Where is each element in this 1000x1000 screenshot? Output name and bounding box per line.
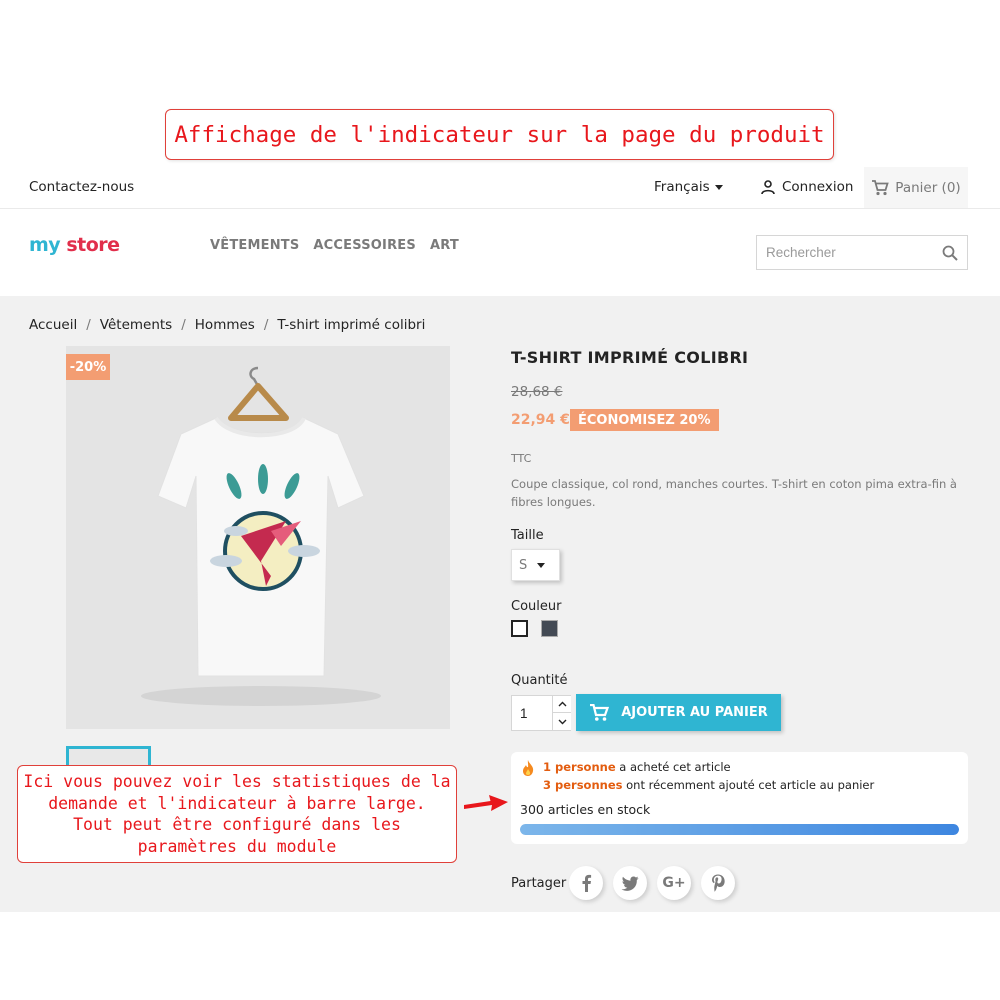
cart-icon	[872, 179, 890, 195]
pinterest-icon	[712, 874, 725, 892]
breadcrumb-separator: /	[86, 317, 91, 333]
regular-price: 28,68 €	[511, 384, 563, 400]
header-nav: Contactez-nous Français Connexion Panier…	[0, 167, 1000, 209]
breadcrumb-current: T-shirt imprimé colibri	[277, 317, 426, 333]
demand-stats-panel: 1 personne a acheté cet article 3 person…	[511, 752, 968, 844]
chevron-down-icon	[558, 719, 566, 724]
menu-item-accessoires[interactable]: ACCESSOIRES	[313, 238, 416, 253]
search-box	[756, 235, 968, 270]
twitter-icon	[621, 876, 639, 891]
quantity-input[interactable]	[512, 696, 552, 730]
tax-label: TTC	[511, 452, 532, 465]
share-label: Partager	[511, 876, 567, 891]
quantity-stepper	[511, 695, 571, 731]
chevron-down-icon	[714, 184, 723, 190]
cart-button[interactable]: Panier (0)	[864, 167, 968, 208]
size-label: Taille	[511, 528, 544, 543]
cart-label: Panier (0)	[895, 179, 961, 196]
color-swatch-gray[interactable]	[541, 620, 558, 637]
color-label: Couleur	[511, 599, 562, 614]
discount-flag: -20%	[66, 354, 110, 380]
user-icon	[761, 180, 775, 195]
chevron-up-icon	[558, 701, 566, 707]
breadcrumb: Accueil / Vêtements / Hommes / T-shirt i…	[29, 317, 425, 333]
google-plus-icon: G+	[662, 875, 686, 891]
quantity-increase-button[interactable]	[552, 696, 571, 713]
stat-added-count: 3 personnes	[543, 778, 623, 792]
share-facebook-button[interactable]	[569, 866, 603, 900]
stock-bar	[520, 824, 959, 835]
add-to-cart-button[interactable]: AJOUTER AU PANIER	[576, 694, 781, 731]
breadcrumb-separator: /	[263, 317, 269, 333]
search-icon[interactable]	[942, 245, 958, 261]
search-input[interactable]	[757, 236, 927, 269]
annotation-note: Ici vous pouvez voir les statistiques de…	[17, 765, 457, 863]
quantity-label: Quantité	[511, 673, 568, 688]
stat-bought-count: 1 personne	[543, 760, 616, 774]
chevron-down-icon	[537, 562, 546, 568]
annotation-banner: Affichage de l'indicateur sur la page du…	[165, 109, 834, 160]
current-price: 22,94 €	[511, 412, 570, 428]
add-to-cart-label: AJOUTER AU PANIER	[621, 705, 768, 720]
stat-bought-text: a acheté cet article	[615, 760, 731, 774]
cart-icon	[590, 703, 610, 721]
fire-icon	[523, 760, 534, 776]
store-logo[interactable]: my store	[29, 234, 120, 256]
stat-added-text: ont récemment ajouté cet article au pani…	[622, 778, 875, 792]
share-twitter-button[interactable]	[613, 866, 647, 900]
language-selector[interactable]: Français	[654, 179, 723, 195]
header-main: my store VÊTEMENTS ACCESSOIRES ART	[0, 209, 1000, 296]
stock-text: 300 articles en stock	[520, 802, 651, 817]
product-image[interactable]	[66, 346, 450, 729]
stock-bar-fill	[520, 824, 959, 835]
product-description: Coupe classique, col rond, manches court…	[511, 477, 957, 509]
share-pinterest-button[interactable]	[701, 866, 735, 900]
breadcrumb-hommes[interactable]: Hommes	[195, 317, 255, 333]
breadcrumb-home[interactable]: Accueil	[29, 317, 77, 333]
menu-item-art[interactable]: ART	[430, 238, 459, 253]
color-swatch-white[interactable]	[511, 620, 528, 637]
menu-item-vetements[interactable]: VÊTEMENTS	[210, 238, 299, 253]
main-menu: VÊTEMENTS ACCESSOIRES ART	[210, 238, 459, 253]
logo-part-1: my	[29, 234, 61, 256]
facebook-icon	[582, 874, 592, 892]
discount-badge: ÉCONOMISEZ 20%	[570, 409, 719, 431]
share-google-plus-button[interactable]: G+	[657, 866, 691, 900]
annotation-note-text: Ici vous pouvez voir les statistiques de…	[23, 772, 451, 856]
size-select[interactable]: S	[511, 549, 560, 581]
stat-added: 3 personnes ont récemment ajouté cet art…	[543, 778, 874, 792]
tshirt-illustration	[66, 346, 450, 729]
annotation-banner-text: Affichage de l'indicateur sur la page du…	[174, 121, 825, 148]
logo-part-2: store	[66, 234, 120, 256]
product-title: T-SHIRT IMPRIMÉ COLIBRI	[511, 348, 749, 367]
arrow-right-icon	[464, 795, 508, 811]
language-label: Français	[654, 179, 710, 195]
stat-bought: 1 personne a acheté cet article	[543, 760, 731, 774]
contact-link[interactable]: Contactez-nous	[29, 179, 134, 195]
login-label: Connexion	[782, 179, 854, 195]
breadcrumb-separator: /	[181, 317, 186, 333]
quantity-decrease-button[interactable]	[552, 713, 571, 730]
breadcrumb-vetements[interactable]: Vêtements	[100, 317, 172, 333]
product-thumbnail[interactable]	[66, 746, 151, 766]
size-value: S	[519, 557, 528, 573]
login-link[interactable]: Connexion	[760, 179, 853, 195]
